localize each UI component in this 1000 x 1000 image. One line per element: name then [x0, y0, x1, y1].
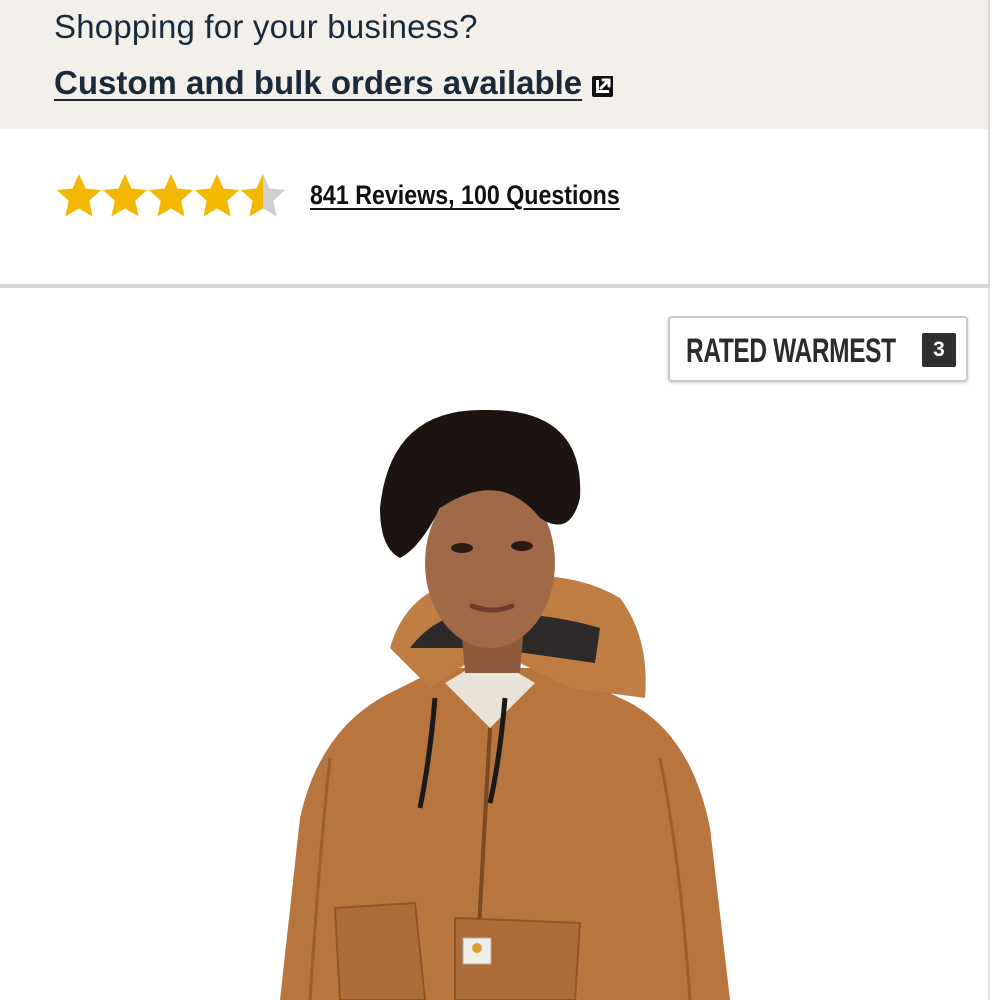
business-banner: Shopping for your business? Custom and b…: [0, 0, 990, 129]
product-page: Shopping for your business? Custom and b…: [0, 0, 1000, 1000]
star-icon: [241, 174, 285, 217]
star-icon: [57, 174, 101, 217]
star-rating[interactable]: [56, 173, 286, 219]
star-icon: [103, 174, 147, 217]
badge-label: RATED WARMEST: [686, 332, 896, 370]
rated-warmest-badge: RATED WARMEST 3: [668, 316, 968, 382]
star-icon: [195, 174, 239, 217]
reviews-questions-link[interactable]: 841 Reviews, 100 Questions: [310, 180, 620, 211]
product-image-area[interactable]: RATED WARMEST 3: [0, 288, 990, 1000]
badge-number: 3: [922, 333, 956, 367]
external-link-icon[interactable]: [590, 74, 615, 99]
star-icon: [149, 174, 193, 217]
product-photo[interactable]: [240, 398, 760, 1000]
rating-summary: 841 Reviews, 100 Questions: [0, 129, 990, 284]
business-banner-title: Shopping for your business?: [54, 8, 478, 45]
custom-bulk-orders-link[interactable]: Custom and bulk orders available: [54, 64, 582, 102]
